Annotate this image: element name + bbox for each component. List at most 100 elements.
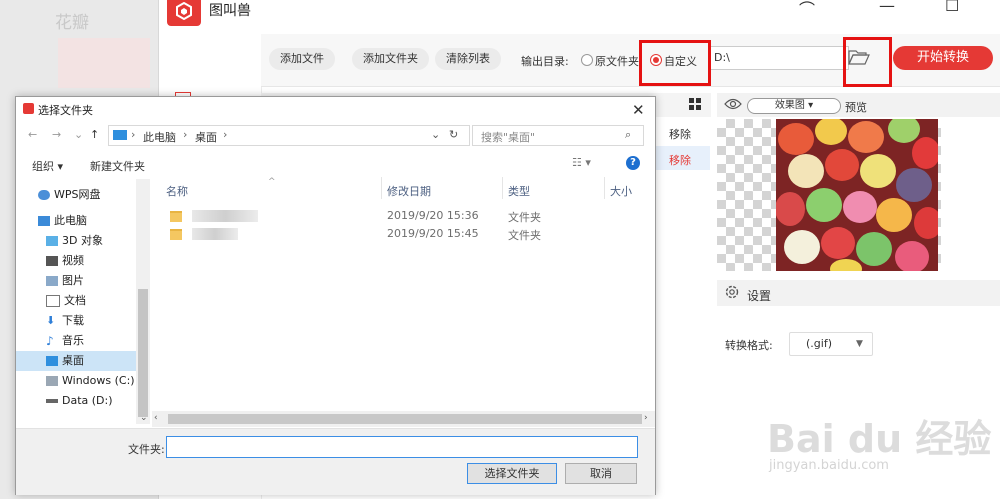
column-modified[interactable]: 修改日期 [387,183,431,199]
tree-label: 文档 [64,294,86,307]
column-name[interactable]: 名称 [166,183,188,199]
select-folder-dialog: 选择文件夹 ✕ ← → ⌄ ↑ › 此电脑 › 桌面 › ⌄ ↻ 搜索"桌面" … [15,96,656,495]
tree-item-wps[interactable]: WPS网盘 [38,185,101,205]
file-modified: 2019/9/20 15:45 [387,227,479,240]
tree-item-documents[interactable]: 文档 [46,291,86,311]
blurred-filename [192,228,238,240]
recent-chevron-icon[interactable]: ⌄ [74,128,83,141]
pin-icon[interactable]: ⌒ [799,0,815,20]
tree-label: Data (D:) [62,394,113,407]
column-divider [604,177,605,199]
desktop-icon [46,356,58,366]
chevron-down-icon[interactable]: ⌄ [431,128,440,141]
scroll-right-icon[interactable]: › [644,413,648,423]
app-small-icon [23,103,34,114]
new-folder-button[interactable]: 新建文件夹 [90,158,145,174]
app-logo [167,0,201,26]
tree-scroll-down-icon[interactable]: ⌄ [140,413,148,423]
file-row[interactable]: 2019/9/20 15:45 文件夹 [166,225,646,243]
grid-view-icon[interactable] [689,98,701,110]
breadcrumb-item[interactable]: 桌面 [195,129,217,145]
select-folder-button[interactable]: 选择文件夹 [467,463,557,484]
music-icon: ♪ [46,334,54,348]
format-select[interactable]: (.gif) ▼ [789,332,873,356]
search-placeholder: 搜索"桌面" [481,131,536,144]
watermark: Bai du 经验 jingyan.baidu.com [761,392,1000,499]
drive-icon [46,376,58,386]
tree-item-pc[interactable]: 此电脑 [38,211,87,231]
output-path-input[interactable]: D:\ [709,46,849,70]
tree-item-pictures[interactable]: 图片 [46,271,84,291]
tree-label: 3D 对象 [62,234,103,247]
remove-button[interactable]: 移除 [669,126,691,142]
address-bar[interactable]: › 此电脑 › 桌面 › ⌄ ↻ [108,125,470,146]
preview-mode-select[interactable]: 效果图 ▾ [747,98,841,114]
add-folder-button[interactable]: 添加文件夹 [352,48,429,70]
tree-label: 视频 [62,254,84,267]
folder-name-label: 文件夹: [128,443,165,456]
scroll-left-icon[interactable]: ‹ [154,413,158,423]
tree-item-video[interactable]: 视频 [46,251,84,271]
app-title-bar: 图叫兽 ⌒ — ☐ [159,0,1000,34]
minimize-icon[interactable]: — [879,0,895,15]
tree-item-c-drive[interactable]: Windows (C:) [46,371,135,391]
settings-title: 设置 [747,289,772,303]
add-file-button[interactable]: 添加文件 [269,48,335,70]
folder-name-input[interactable] [166,436,638,458]
picture-icon [46,276,58,286]
organize-menu[interactable]: 组织 ▾ [32,158,63,174]
tree-label: 音乐 [62,334,84,347]
start-convert-button[interactable]: 开始转换 [893,46,993,70]
path-separator-icon: › [223,128,228,141]
file-type: 文件夹 [508,229,541,242]
up-icon[interactable]: ↑ [90,128,99,141]
column-size[interactable]: 大小 [610,183,632,199]
view-options-icon[interactable]: ☷ ▾ [572,156,591,169]
path-separator-icon: › [131,128,136,141]
drive-icon [46,399,58,403]
forward-icon[interactable]: → [52,128,61,141]
maximize-icon[interactable]: ☐ [945,0,959,15]
format-value: (.gif) [806,337,832,350]
tree-scroll-thumb[interactable] [138,289,148,417]
file-row[interactable]: 2019/9/20 15:36 文件夹 [166,207,646,225]
chevron-down-icon: ▼ [856,339,863,349]
search-input[interactable]: 搜索"桌面" ⌕ [472,125,644,146]
tree-item-3d[interactable]: 3D 对象 [46,231,103,251]
preview-image-candy [776,119,938,271]
radio-original-label: 原文件夹 [595,55,639,68]
column-type[interactable]: 类型 [508,183,530,199]
breadcrumb-item[interactable]: 此电脑 [143,129,176,145]
app-name: 图叫兽 [209,3,251,19]
refresh-icon[interactable]: ↻ [449,128,458,141]
radio-original-folder[interactable] [581,54,593,66]
help-icon[interactable]: ? [626,156,640,170]
cube-icon [46,236,58,246]
close-icon[interactable]: ✕ [632,101,645,119]
remove-button[interactable]: 移除 [669,152,691,168]
horizontal-scroll-thumb[interactable] [168,414,642,424]
tree-item-d-drive[interactable]: Data (D:) [46,391,113,411]
computer-icon [113,130,127,140]
back-icon[interactable]: ← [28,128,37,141]
tree-item-desktop[interactable]: 桌面 [16,351,136,371]
document-icon [46,295,60,307]
background-ghost-image [58,38,150,88]
highlight-custom [639,40,711,86]
cancel-button[interactable]: 取消 [565,463,637,484]
eye-icon[interactable] [724,97,742,111]
watermark-logo: Bai du 经验 [767,417,992,461]
column-divider [502,177,503,199]
tree-label: Windows (C:) [62,374,135,387]
tree-item-music[interactable]: ♪ 音乐 [46,331,84,351]
clear-list-button[interactable]: 清除列表 [435,48,501,70]
cloud-icon [38,190,50,200]
highlight-browse [843,37,892,87]
video-icon [46,256,58,266]
background-ghost-text: 花瓣 [55,13,89,33]
tree-item-downloads[interactable]: ⬇ 下载 [46,311,84,331]
preview-label: 预览 [845,101,867,114]
column-divider [381,177,382,199]
tree-label: 此电脑 [54,214,87,227]
folder-icon [170,211,182,222]
